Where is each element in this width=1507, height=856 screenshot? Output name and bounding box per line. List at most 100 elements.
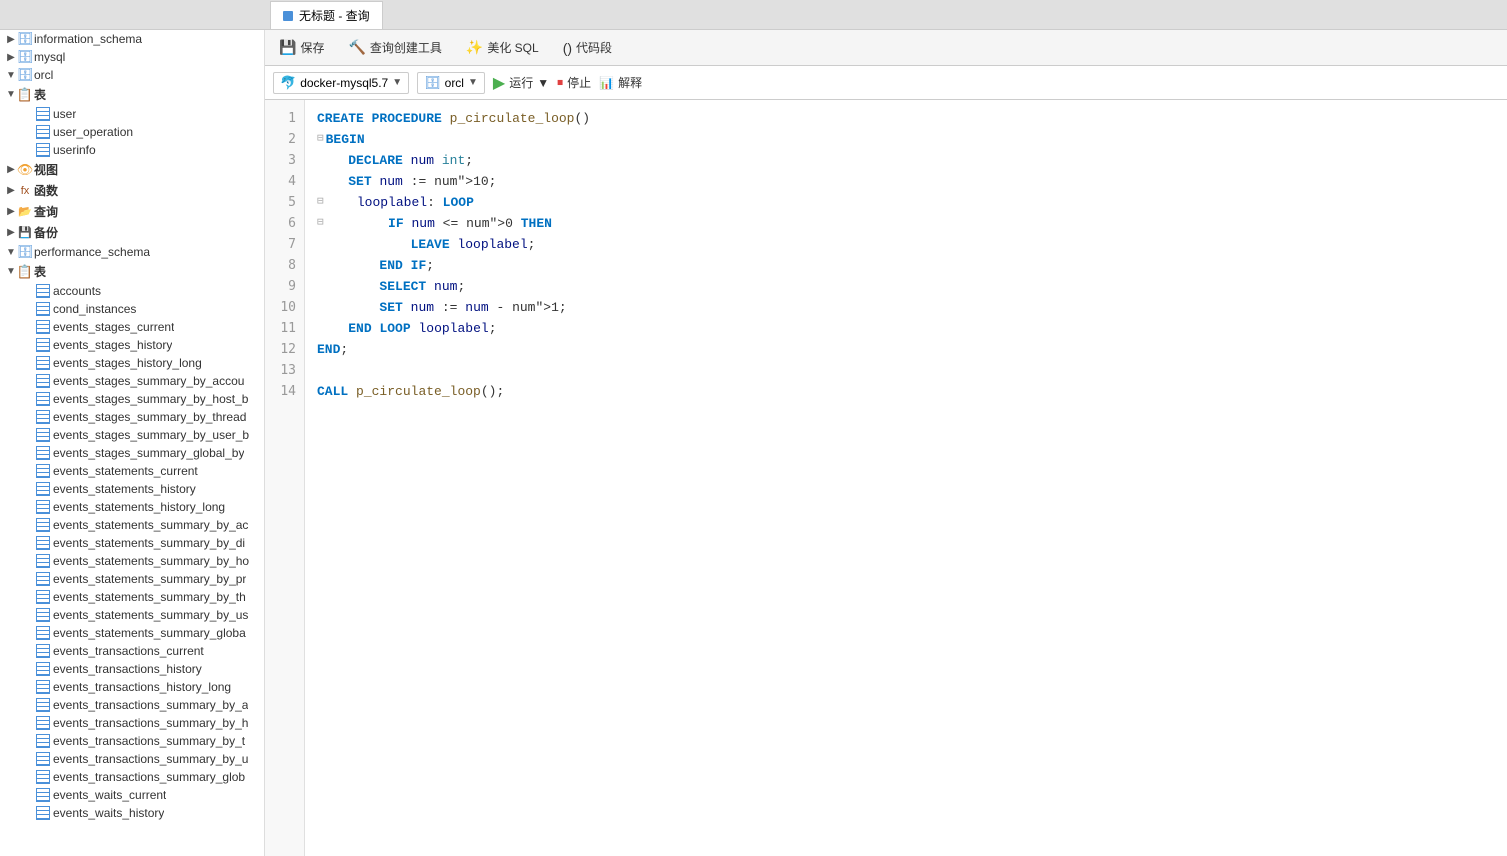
sidebar-item-performance-schema[interactable]: ▼ 🗄 performance_schema: [0, 243, 264, 261]
sidebar-item-events_transactions_summary_by_u[interactable]: events_transactions_summary_by_u: [0, 750, 264, 768]
code-content[interactable]: CREATE PROCEDURE p_circulate_loop()⊟BEGI…: [305, 100, 1507, 856]
table-icon: [36, 392, 50, 406]
explain-button[interactable]: 📊 解释: [599, 74, 642, 91]
table-icon: [36, 698, 50, 712]
category-orcl-backup[interactable]: ▶ 💾 备份: [0, 222, 264, 243]
stop-button[interactable]: ⏹ 停止: [557, 74, 591, 91]
save-button[interactable]: 💾 保存: [273, 37, 330, 58]
expand-arrow-perf-tables[interactable]: ▼: [4, 266, 18, 277]
sidebar-item-events_transactions_summary_by_t[interactable]: events_transactions_summary_by_t: [0, 732, 264, 750]
orcl-tables-label: 表: [34, 86, 46, 103]
table-icon: [36, 572, 50, 586]
sidebar-item-events_statements_history_long[interactable]: events_statements_history_long: [0, 498, 264, 516]
sidebar-text-orcl: orcl: [34, 68, 53, 82]
sidebar-item-events_stages_history[interactable]: events_stages_history: [0, 336, 264, 354]
query-builder-label: 查询创建工具: [370, 39, 442, 56]
save-label: 保存: [300, 39, 324, 56]
line-number-10: 10: [265, 297, 304, 318]
sidebar-item-events_stages_summary_global_by[interactable]: events_stages_summary_global_by: [0, 444, 264, 462]
sidebar-item-information-schema[interactable]: ▶ 🗄 information_schema: [0, 30, 264, 48]
line-number-8: 8: [265, 255, 304, 276]
code-line-5: ⊟ looplabel: LOOP: [317, 192, 1495, 213]
sidebar-item-events_waits_history[interactable]: events_waits_history: [0, 804, 264, 822]
sidebar-text-user: user: [53, 107, 76, 121]
table-icon-userinfo: [36, 143, 50, 157]
sidebar-item-mysql[interactable]: ▶ 🗄 mysql: [0, 48, 264, 66]
sidebar-item-events_statements_summary_by_pr[interactable]: events_statements_summary_by_pr: [0, 570, 264, 588]
connection-select[interactable]: 🐬 docker-mysql5.7 ▼: [273, 72, 409, 94]
folder-icon-orcl-functions: fx: [18, 184, 32, 198]
sidebar-item-events_statements_summary_by_th[interactable]: events_statements_summary_by_th: [0, 588, 264, 606]
sidebar-item-events_stages_summary_by_accou[interactable]: events_stages_summary_by_accou: [0, 372, 264, 390]
beautify-button[interactable]: ✨ 美化 SQL: [460, 37, 545, 58]
stop-label: 停止: [567, 74, 591, 91]
code-snippet-button[interactable]: () 代码段: [557, 37, 618, 58]
sidebar-item-events_statements_summary_by_ho[interactable]: events_statements_summary_by_ho: [0, 552, 264, 570]
sidebar-item-events_statements_history[interactable]: events_statements_history: [0, 480, 264, 498]
sidebar-item-events_transactions_summary_by_a[interactable]: events_transactions_summary_by_a: [0, 696, 264, 714]
expand-arrow-orcl-backup[interactable]: ▶: [4, 227, 18, 238]
category-orcl-queries[interactable]: ▶ 📂 查询: [0, 201, 264, 222]
sidebar-item-user[interactable]: user: [0, 105, 264, 123]
code-line-9: SELECT num;: [317, 276, 1495, 297]
sidebar-item-events_stages_summary_by_user_b[interactable]: events_stages_summary_by_user_b: [0, 426, 264, 444]
table-icon: [36, 338, 50, 352]
sidebar-item-events_stages_current[interactable]: events_stages_current: [0, 318, 264, 336]
table-icon: [36, 734, 50, 748]
table-icon: [36, 590, 50, 604]
table-icon: [36, 356, 50, 370]
sidebar-item-events_statements_summary_by_di[interactable]: events_statements_summary_by_di: [0, 534, 264, 552]
sidebar-item-userinfo[interactable]: userinfo: [0, 141, 264, 159]
fold-mark-6[interactable]: ⊟: [317, 213, 324, 234]
folder-icon-orcl-tables: 📋: [18, 88, 32, 102]
sidebar-item-events_transactions_summary_by_h[interactable]: events_transactions_summary_by_h: [0, 714, 264, 732]
expand-arrow-orcl-tables[interactable]: ▼: [4, 89, 18, 100]
code-editor[interactable]: 1234567891011121314 CREATE PROCEDURE p_c…: [265, 100, 1507, 856]
query-builder-button[interactable]: 🔨 查询创建工具: [342, 37, 447, 58]
database-select[interactable]: 🗄 orcl ▼: [417, 72, 485, 94]
category-perf-tables[interactable]: ▼ 📋 表: [0, 261, 264, 282]
folder-icon-orcl-views: 👁: [18, 163, 32, 177]
code-line-1: CREATE PROCEDURE p_circulate_loop(): [317, 108, 1495, 129]
sidebar-item-events_statements_current[interactable]: events_statements_current: [0, 462, 264, 480]
sidebar-item-events_stages_history_long[interactable]: events_stages_history_long: [0, 354, 264, 372]
fold-mark-2[interactable]: ⊟: [317, 129, 324, 150]
sidebar-item-events_transactions_history[interactable]: events_transactions_history: [0, 660, 264, 678]
category-orcl-functions[interactable]: ▶ fx 函数: [0, 180, 264, 201]
sidebar-item-user-operation[interactable]: user_operation: [0, 123, 264, 141]
category-orcl-views[interactable]: ▶ 👁 视图: [0, 159, 264, 180]
connection-value: docker-mysql5.7: [300, 76, 388, 90]
sidebar-item-events_statements_summary_by_ac[interactable]: events_statements_summary_by_ac: [0, 516, 264, 534]
sidebar-item-events_transactions_history_long[interactable]: events_transactions_history_long: [0, 678, 264, 696]
sidebar-item-events_stages_summary_by_thread[interactable]: events_stages_summary_by_thread: [0, 408, 264, 426]
sidebar-item-events_transactions_current[interactable]: events_transactions_current: [0, 642, 264, 660]
expand-arrow-orcl-functions[interactable]: ▶: [4, 185, 18, 196]
expand-arrow-orcl-queries[interactable]: ▶: [4, 206, 18, 217]
category-orcl-tables[interactable]: ▼ 📋 表: [0, 84, 264, 105]
save-icon: 💾: [279, 39, 296, 56]
sidebar-item-events_statements_summary_globa[interactable]: events_statements_summary_globa: [0, 624, 264, 642]
explain-label: 解释: [618, 74, 642, 91]
folder-icon-orcl-queries: 📂: [18, 205, 32, 219]
code-line-14: CALL p_circulate_loop();: [317, 381, 1495, 402]
run-button[interactable]: ▶ 运行 ▼: [493, 73, 549, 93]
beautify-label: 美化 SQL: [487, 39, 538, 56]
query-tab-label: 无标题 - 查询: [299, 7, 370, 24]
code-snippet-icon: (): [563, 40, 572, 56]
line-number-9: 9: [265, 276, 304, 297]
sidebar-item-accounts[interactable]: accounts: [0, 282, 264, 300]
table-icon: [36, 284, 50, 298]
sidebar-item-events_statements_summary_by_us[interactable]: events_statements_summary_by_us: [0, 606, 264, 624]
sidebar-text-mysql: mysql: [34, 50, 65, 64]
sidebar-item-events_transactions_summary_glob[interactable]: events_transactions_summary_glob: [0, 768, 264, 786]
query-tab[interactable]: 无标题 - 查询: [270, 1, 383, 29]
sidebar-item-events_waits_current[interactable]: events_waits_current: [0, 786, 264, 804]
run-dropdown-arrow: ▼: [537, 76, 549, 90]
sidebar-item-cond_instances[interactable]: cond_instances: [0, 300, 264, 318]
sidebar-item-orcl[interactable]: ▼ 🗄 orcl: [0, 66, 264, 84]
line-number-4: 4: [265, 171, 304, 192]
fold-mark-5[interactable]: ⊟: [317, 192, 324, 213]
table-icon: [36, 626, 50, 640]
sidebar-item-events_stages_summary_by_host_b[interactable]: events_stages_summary_by_host_b: [0, 390, 264, 408]
code-line-10: SET num := num - num">1;: [317, 297, 1495, 318]
